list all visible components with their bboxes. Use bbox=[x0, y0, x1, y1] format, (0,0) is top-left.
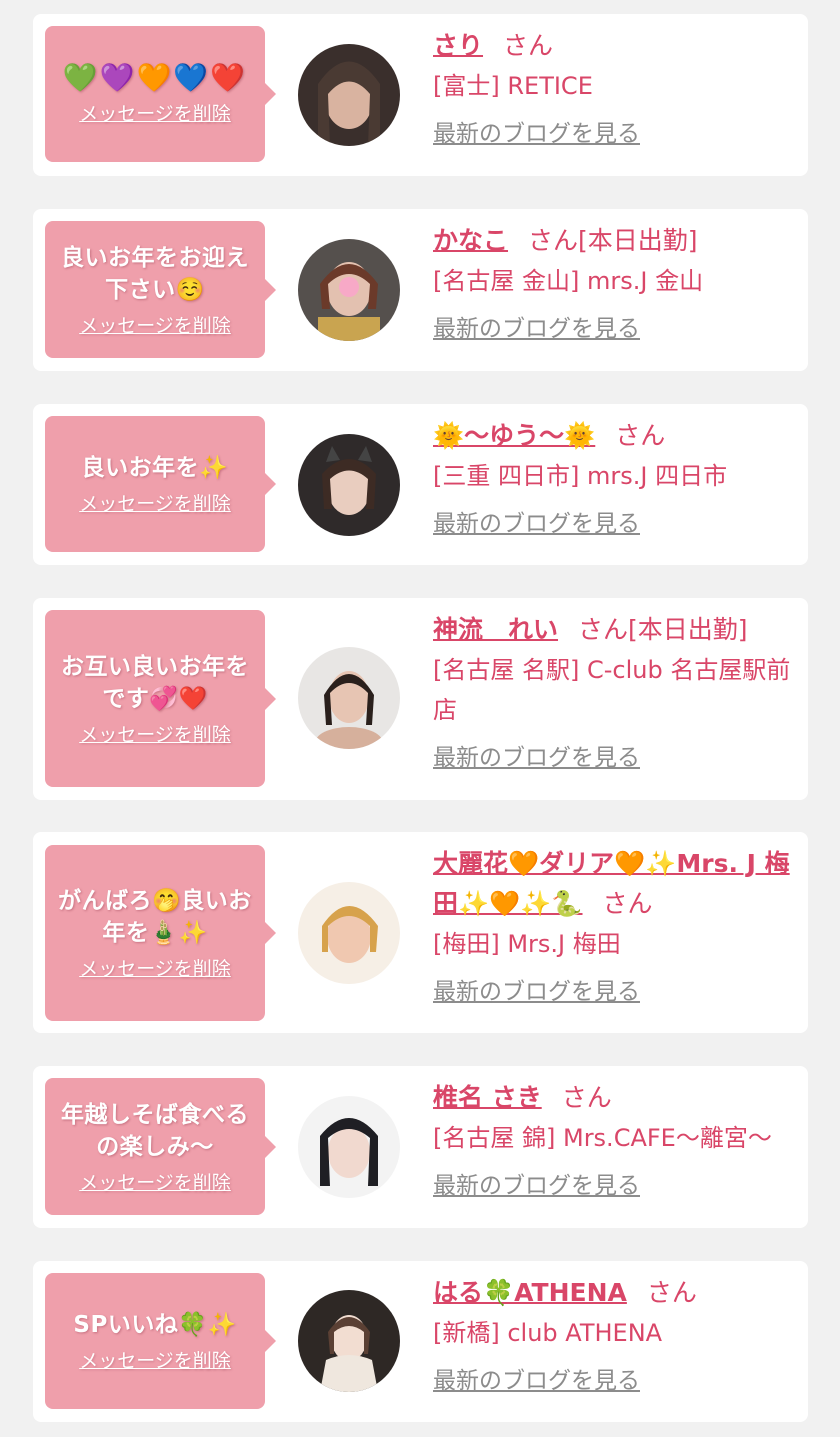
member-info: 椎名 さき さん [名古屋 錦] Mrs.CAFE〜離宮〜 最新のブログを見る bbox=[433, 1078, 796, 1202]
delete-message-link[interactable]: メッセージを削除 bbox=[79, 1171, 231, 1195]
avatar[interactable] bbox=[298, 239, 400, 341]
message-bubble: がんばろ🤭良いお年を🎍✨ メッセージを削除 bbox=[45, 845, 276, 1021]
member-info: かなこ さん[本日出勤] [名古屋 金山] mrs.J 金山 最新のブログを見る bbox=[433, 221, 796, 345]
shop-name: [名古屋 名駅] C-club 名古屋駅前店 bbox=[433, 656, 791, 724]
message-text: 年越しそば食べるの楽しみ〜 bbox=[61, 1101, 249, 1160]
delete-message-link[interactable]: メッセージを削除 bbox=[79, 723, 231, 747]
name-row: はる🍀ATHENA さん bbox=[433, 1273, 796, 1313]
member-name-link[interactable]: かなこ bbox=[433, 226, 508, 255]
honorific: さん bbox=[615, 421, 666, 450]
message-card: SPいいね🍀✨ メッセージを削除 はる🍀ATHENA さん [新橋] club A… bbox=[33, 1261, 808, 1422]
avatar[interactable] bbox=[298, 882, 400, 984]
member-info: さり さん [富士] RETICE 最新のブログを見る bbox=[433, 26, 796, 150]
name-row: 神流 れい さん[本日出勤] bbox=[433, 610, 796, 650]
message-card: 年越しそば食べるの楽しみ〜 メッセージを削除 椎名 さき さん [名古屋 錦] M… bbox=[33, 1066, 808, 1228]
delete-message-link[interactable]: メッセージを削除 bbox=[79, 492, 231, 516]
message-card: 💚💜🧡💙❤️ メッセージを削除 さり さん [富士] RETICE 最新のブログを… bbox=[33, 14, 808, 176]
member-info: 大麗花🧡ダリア🧡✨Mrs. J 梅田✨🧡✨🐍 さん [梅田] Mrs.J 梅田 最… bbox=[433, 844, 796, 1008]
view-blog-link[interactable]: 最新のブログを見る bbox=[433, 508, 640, 540]
shop-name: [名古屋 金山] mrs.J 金山 bbox=[433, 267, 704, 295]
avatar[interactable] bbox=[298, 1290, 400, 1392]
member-info: はる🍀ATHENA さん [新橋] club ATHENA 最新のブログを見る bbox=[433, 1273, 796, 1397]
name-row: 🌞〜ゆう〜🌞 さん bbox=[433, 416, 796, 456]
name-row: 大麗花🧡ダリア🧡✨Mrs. J 梅田✨🧡✨🐍 さん bbox=[433, 844, 796, 924]
message-text: 💚💜🧡💙❤️ bbox=[62, 61, 248, 94]
message-card: がんばろ🤭良いお年を🎍✨ メッセージを削除 大麗花🧡ダリア🧡✨Mrs. J 梅田… bbox=[33, 832, 808, 1033]
view-blog-link[interactable]: 最新のブログを見る bbox=[433, 313, 640, 345]
message-bubble: 年越しそば食べるの楽しみ〜 メッセージを削除 bbox=[45, 1078, 276, 1215]
message-card: 良いお年をお迎え下さい☺️ メッセージを削除 かなこ さん[本日出勤] [名古屋 … bbox=[33, 209, 808, 371]
delete-message-link[interactable]: メッセージを削除 bbox=[79, 1349, 231, 1373]
shop-name: [新橋] club ATHENA bbox=[433, 1319, 663, 1347]
attendance-status: [本日出勤] bbox=[628, 615, 748, 644]
shop-name: [富士] RETICE bbox=[433, 72, 593, 100]
message-card: 良いお年を✨ メッセージを削除 🌞〜ゆう〜🌞 さん [三重 四日市] mrs.J … bbox=[33, 404, 808, 565]
message-text: 良いお年をお迎え下さい☺️ bbox=[61, 244, 249, 303]
avatar[interactable] bbox=[298, 647, 400, 749]
name-row: かなこ さん[本日出勤] bbox=[433, 221, 796, 261]
message-text: 良いお年を✨ bbox=[81, 455, 229, 481]
message-bubble: 良いお年をお迎え下さい☺️ メッセージを削除 bbox=[45, 221, 276, 358]
view-blog-link[interactable]: 最新のブログを見る bbox=[433, 976, 640, 1008]
member-name-link[interactable]: 🌞〜ゆう〜🌞 bbox=[433, 421, 595, 450]
message-text: お互い良いお年をです💞❤️ bbox=[61, 653, 249, 712]
honorific: さん bbox=[528, 226, 579, 255]
message-bubble: 💚💜🧡💙❤️ メッセージを削除 bbox=[45, 26, 276, 162]
honorific: さん bbox=[561, 1083, 612, 1112]
message-text: がんばろ🤭良いお年を🎍✨ bbox=[58, 888, 252, 946]
delete-message-link[interactable]: メッセージを削除 bbox=[79, 314, 231, 338]
avatar[interactable] bbox=[298, 1096, 400, 1198]
honorific: さん bbox=[602, 889, 653, 918]
view-blog-link[interactable]: 最新のブログを見る bbox=[433, 742, 640, 774]
shop-name: [名古屋 錦] Mrs.CAFE〜離宮〜 bbox=[433, 1124, 772, 1152]
honorific: さん bbox=[646, 1278, 697, 1307]
message-text: SPいいね🍀✨ bbox=[73, 1312, 237, 1338]
name-row: さり さん bbox=[433, 26, 796, 66]
avatar[interactable] bbox=[298, 44, 400, 146]
member-name-link[interactable]: 椎名 さき bbox=[433, 1083, 542, 1112]
message-bubble: SPいいね🍀✨ メッセージを削除 bbox=[45, 1273, 276, 1409]
shop-name: [梅田] Mrs.J 梅田 bbox=[433, 930, 621, 958]
message-card: お互い良いお年をです💞❤️ メッセージを削除 神流 れい さん[本日出勤] [名古… bbox=[33, 598, 808, 800]
member-name-link[interactable]: 神流 れい bbox=[433, 615, 558, 644]
message-bubble: お互い良いお年をです💞❤️ メッセージを削除 bbox=[45, 610, 276, 787]
member-info: 🌞〜ゆう〜🌞 さん [三重 四日市] mrs.J 四日市 最新のブログを見る bbox=[433, 416, 796, 540]
view-blog-link[interactable]: 最新のブログを見る bbox=[433, 1170, 640, 1202]
attendance-status: [本日出勤] bbox=[578, 226, 698, 255]
member-name-link[interactable]: さり bbox=[433, 31, 483, 60]
honorific: さん bbox=[503, 31, 554, 60]
honorific: さん bbox=[578, 615, 629, 644]
delete-message-link[interactable]: メッセージを削除 bbox=[79, 102, 231, 126]
delete-message-link[interactable]: メッセージを削除 bbox=[79, 957, 231, 981]
avatar[interactable] bbox=[298, 434, 400, 536]
shop-name: [三重 四日市] mrs.J 四日市 bbox=[433, 462, 728, 490]
view-blog-link[interactable]: 最新のブログを見る bbox=[433, 118, 640, 150]
view-blog-link[interactable]: 最新のブログを見る bbox=[433, 1365, 640, 1397]
message-bubble: 良いお年を✨ メッセージを削除 bbox=[45, 416, 276, 552]
name-row: 椎名 さき さん bbox=[433, 1078, 796, 1118]
member-name-link[interactable]: はる🍀ATHENA bbox=[433, 1278, 627, 1307]
message-list: 💚💜🧡💙❤️ メッセージを削除 さり さん [富士] RETICE 最新のブログを… bbox=[0, 0, 840, 1437]
member-info: 神流 れい さん[本日出勤] [名古屋 名駅] C-club 名古屋駅前店 最新の… bbox=[433, 610, 796, 774]
